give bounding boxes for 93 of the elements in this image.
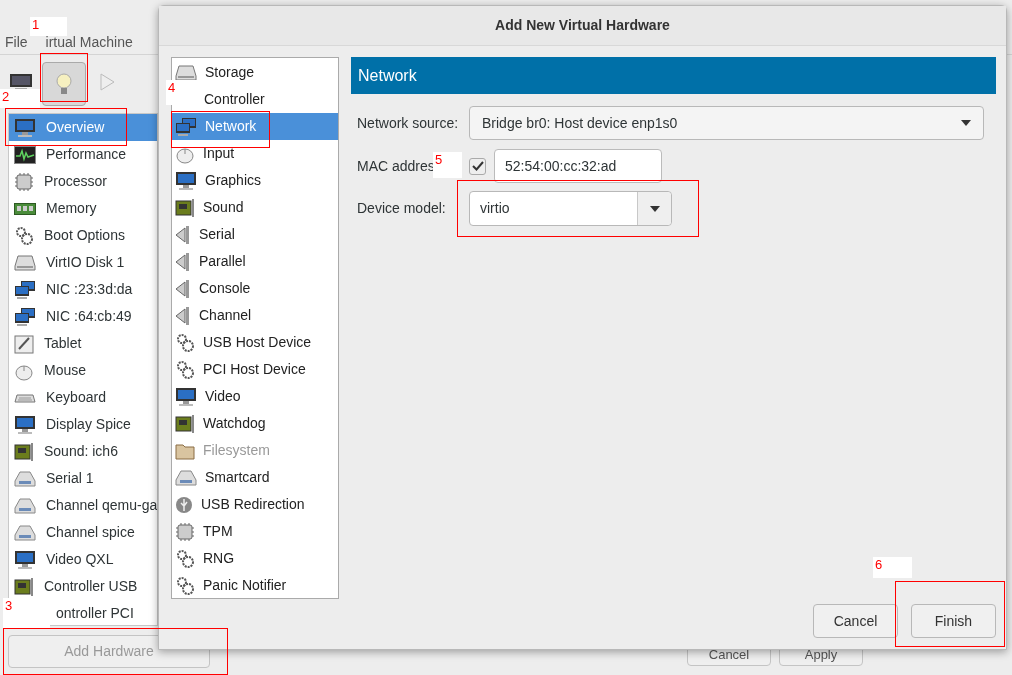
hardware-type-item[interactable]: Graphics [172,167,338,194]
expansion-card-icon [175,413,195,434]
chip-icon [14,171,34,192]
gears-icon [14,225,34,246]
field-label: Device model: [356,199,447,218]
chart-icon [14,145,36,164]
checkmark-icon [471,161,484,171]
annotation-number: 3 [3,598,50,628]
caret-icon [649,205,660,212]
sidebar-item[interactable]: VirtIO Disk 1 [9,249,157,276]
menu-item[interactable]: File [5,34,28,50]
sidebar-item[interactable]: Channel qemu-ga [9,492,157,519]
folder-icon [175,441,195,460]
hardware-type-item[interactable]: Channel [172,302,338,329]
serial-device-icon [14,497,36,514]
tablet-icon [14,333,34,354]
monitor-icon [175,170,197,191]
annotation-number: 6 [873,557,912,578]
sidebar-item[interactable]: Controller USB [9,573,157,600]
expansion-card-icon [14,441,34,462]
hardware-type-item[interactable]: Serial [172,221,338,248]
hardware-type-item[interactable]: PCI Host Device [172,356,338,383]
hardware-type-item[interactable]: USB Host Device [172,329,338,356]
gears-icon [175,332,195,353]
network-source-dropdown[interactable]: Bridge br0: Host device enp1s0 [469,106,984,140]
annotation-number: 2 [0,89,40,108]
section-header: Network [351,57,996,94]
chip-icon [175,521,195,542]
hardware-type-item[interactable]: RNG [172,545,338,572]
sidebar-item[interactable]: Serial 1 [9,465,157,492]
sidebar-item[interactable]: ontroller PCI [51,600,157,625]
hardware-type-item[interactable]: Controller [201,86,338,113]
lightbulb-icon [55,72,73,96]
sidebar-item[interactable]: Video QXL [9,546,157,573]
sidebar-item[interactable]: Keyboard [9,384,157,411]
caret-icon [961,120,971,126]
checkbox[interactable] [469,157,486,175]
dialog-button[interactable]: Cancel [813,604,898,638]
sidebar-item[interactable]: Sound: ich6 [9,438,157,465]
annotation-number: 1 [30,17,67,36]
network-icon [14,279,36,300]
dialog-button[interactable]: Finish [911,604,996,638]
network-icon [14,306,36,327]
sidebar-item[interactable]: Display Spice [9,411,157,438]
sidebar-item[interactable]: Channel spice [9,519,157,546]
hardware-type-item[interactable]: Console [172,275,338,302]
connector-icon [175,251,191,272]
monitor-icon [14,117,36,138]
hardware-type-item[interactable]: Watchdog [172,410,338,437]
serial-device-icon [14,524,36,541]
connector-icon [175,305,191,326]
expansion-card-icon [14,576,34,597]
sidebar-item[interactable]: Performance [9,141,157,168]
gears-icon [175,575,195,596]
field-label: MAC addres [357,157,435,174]
sidebar-item[interactable]: Processor [9,168,157,195]
memory-icon [14,202,36,215]
sidebar-item[interactable]: Boot Options [9,222,157,249]
serial-device-icon [14,470,36,487]
hardware-type-item[interactable]: Panic Notifier [172,572,338,599]
hardware-type-item[interactable]: Video [172,383,338,410]
sidebar-item[interactable]: NIC :23:3d:da [9,276,157,303]
annotation-number: 5 [433,152,462,178]
device-model-dropdown[interactable]: virtio [469,191,672,226]
network-icon [175,116,197,137]
usb-icon [175,495,193,514]
hardware-type-item[interactable]: Smartcard [172,464,338,491]
sidebar-item[interactable]: Tablet [9,330,157,357]
mac-address-field[interactable]: 52:54:00:cc:32:ad [494,149,662,183]
expansion-card-icon [175,197,195,218]
hardware-type-item[interactable]: TPM [172,518,338,545]
serial-device-icon [175,469,197,486]
monitor-icon [14,549,36,570]
monitor-icon [14,414,36,435]
play-icon [99,73,115,91]
hardware-type-item[interactable]: USB Redirection [172,491,338,518]
menu-item[interactable]: irtual Machine [45,34,133,50]
hardware-type-item[interactable]: Input [172,140,338,167]
hardware-type-item[interactable]: Parallel [172,248,338,275]
annotation-frame [40,53,88,102]
hardware-type-item[interactable]: Sound [172,194,338,221]
monitor-icon [175,386,197,407]
dialog-title: Add New Virtual Hardware [495,16,670,35]
connector-icon [175,224,191,245]
sidebar-item[interactable]: NIC :64:cb:49 [9,303,157,330]
field-label: Network source: [356,113,460,133]
sidebar-item[interactable]: Mouse [9,357,157,384]
connector-icon [175,278,191,299]
gears-icon [175,359,195,380]
gears-icon [175,548,195,569]
monitor-icon [10,74,32,90]
keyboard-icon [14,391,36,404]
sidebar-item[interactable]: Memory [9,195,157,222]
